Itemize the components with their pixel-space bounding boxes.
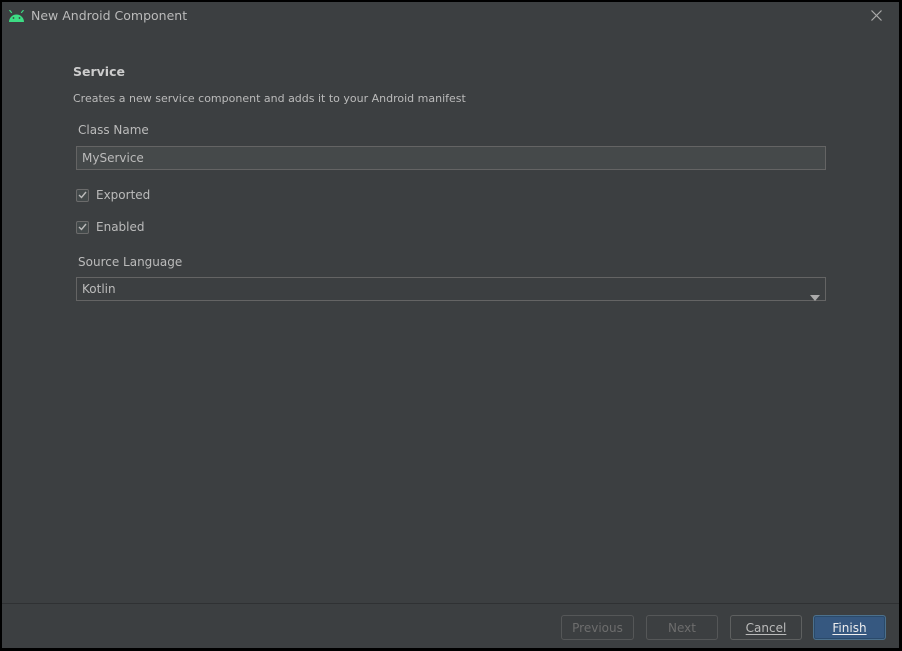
finish-button[interactable]: Finish	[813, 615, 886, 640]
android-icon	[8, 8, 25, 22]
checkmark-icon	[78, 223, 87, 231]
exported-checkbox-row[interactable]: Exported	[76, 187, 150, 203]
dialog-content: Service Creates a new service component …	[2, 29, 899, 603]
next-button-label: Next	[668, 620, 696, 635]
next-button[interactable]: Next	[646, 615, 718, 640]
cancel-button[interactable]: Cancel	[730, 615, 802, 640]
section-title: Service	[73, 64, 125, 79]
exported-checkbox[interactable]	[76, 188, 89, 202]
window-title: New Android Component	[31, 8, 188, 23]
source-language-label: Source Language	[78, 255, 183, 269]
enabled-checkbox-row[interactable]: Enabled	[76, 219, 145, 235]
enabled-checkbox[interactable]	[76, 220, 89, 234]
exported-label: Exported	[96, 188, 151, 202]
checkmark-icon	[78, 191, 87, 199]
class-name-input[interactable]	[76, 146, 826, 170]
dialog-footer: Previous Next Cancel Finish	[2, 603, 899, 648]
class-name-label: Class Name	[78, 123, 149, 137]
enabled-label: Enabled	[96, 220, 145, 234]
title-bar[interactable]: New Android Component	[2, 2, 899, 29]
section-description: Creates a new service component and adds…	[73, 92, 466, 105]
previous-button-label: Previous	[572, 620, 623, 635]
close-button[interactable]	[867, 6, 885, 24]
source-language-value: Kotlin	[82, 282, 116, 296]
dialog-window: New Android Component Service Creates a …	[2, 2, 899, 648]
chevron-down-icon	[810, 286, 820, 301]
cancel-button-label: Cancel	[745, 620, 787, 635]
close-icon	[870, 6, 882, 25]
source-language-select[interactable]: Kotlin	[76, 277, 826, 301]
previous-button[interactable]: Previous	[561, 615, 634, 640]
finish-button-label: Finish	[832, 620, 867, 635]
